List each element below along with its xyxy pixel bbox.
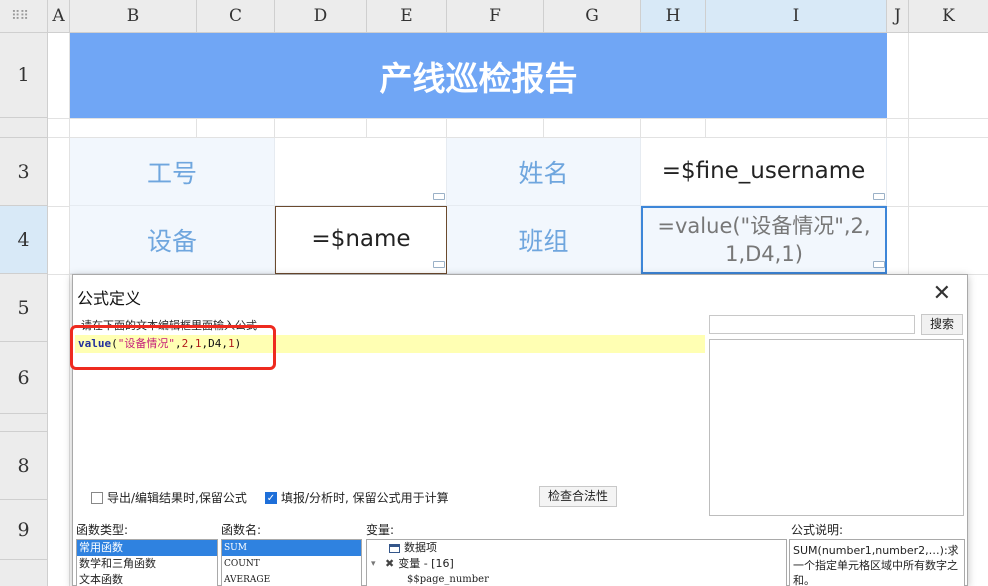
cell-f3-name-label[interactable]: 姓名 (447, 138, 641, 206)
gridline (48, 118, 988, 119)
row-header-2[interactable] (0, 118, 48, 138)
select-all-corner[interactable]: ⠿⠿ (0, 0, 48, 33)
row-header-7[interactable] (0, 414, 48, 432)
column-header-c[interactable]: C (197, 0, 275, 33)
close-icon[interactable]: ✕ (933, 281, 951, 306)
list-item[interactable]: 数学和三角函数 (77, 556, 217, 572)
function-type-label: 函数类型: (76, 523, 129, 537)
tree-item-data[interactable]: 数据项 (371, 540, 786, 556)
table-icon (389, 543, 400, 553)
fill-keep-option[interactable]: ✓ 填报/分析时, 保留公式用于计算 (265, 489, 449, 506)
tree-item-page-number[interactable]: $$page_number (371, 572, 786, 586)
column-header-b[interactable]: B (70, 0, 197, 33)
keep-formula-checkbox[interactable] (91, 491, 103, 504)
variables-label: 变量: (366, 523, 395, 537)
row-header-4[interactable]: 4 (0, 206, 48, 274)
column-header-j[interactable]: J (887, 0, 909, 33)
cell-expand-handle[interactable] (873, 193, 885, 200)
search-results-list[interactable] (709, 339, 964, 516)
function-type-list[interactable]: 常用函数 数学和三角函数 文本函数 (76, 539, 218, 586)
search-input[interactable] (709, 315, 915, 334)
column-header-h[interactable]: H (641, 0, 706, 33)
cell-h4-line1: =value("设备情况",2, (657, 213, 871, 238)
cell-expand-handle[interactable] (433, 261, 445, 268)
cell-expand-handle[interactable] (433, 193, 445, 200)
tree-item-label: 变量 - [16] (398, 557, 454, 570)
row-header-1[interactable]: 1 (0, 33, 48, 118)
cell-d3[interactable] (275, 138, 447, 206)
formula-description: SUM(number1,number2,…):求一个指定单元格区域中所有数字之和… (789, 539, 965, 586)
row-header-5[interactable]: 5 (0, 274, 48, 342)
fill-keep-label: 填报/分析时, 保留公式用于计算 (281, 491, 449, 505)
row-header-9[interactable]: 9 (0, 500, 48, 560)
column-header-a[interactable]: A (48, 0, 70, 33)
tree-item-variables[interactable]: ▾ ✖ 变量 - [16] (371, 556, 786, 572)
cell-b3-employee-id-label[interactable]: 工号 (70, 138, 275, 206)
tree-item-label: 数据项 (404, 541, 437, 554)
column-header-d[interactable]: D (275, 0, 367, 33)
row-header-10[interactable] (0, 560, 48, 586)
variables-tree[interactable]: 数据项 ▾ ✖ 变量 - [16] $$page_number (366, 539, 787, 586)
report-title-cell[interactable]: 产线巡检报告 (70, 33, 887, 118)
description-label: 公式说明: (791, 523, 844, 537)
function-name-label: 函数名: (221, 523, 262, 537)
row-header-6[interactable]: 6 (0, 342, 48, 414)
column-header-g[interactable]: G (544, 0, 641, 33)
formula-dialog: 公式定义 ✕ 请在下面的文本编辑框里面输入公式 value("设备情况",2,1… (70, 274, 968, 586)
cell-d4-name-formula[interactable]: =$name (275, 206, 447, 274)
search-button[interactable]: 搜索 (921, 314, 963, 335)
check-validity-button[interactable]: 检查合法性 (539, 486, 617, 507)
dialog-title: 公式定义 (77, 289, 142, 308)
fill-keep-checkbox[interactable]: ✓ (265, 491, 277, 504)
keep-formula-label: 导出/编辑结果时,保留公式 (107, 491, 247, 505)
row-header-3[interactable]: 3 (0, 138, 48, 206)
list-item[interactable]: 常用函数 (77, 540, 217, 556)
column-header-i[interactable]: I (706, 0, 887, 33)
cell-f4-team-label[interactable]: 班组 (447, 206, 641, 274)
cell-h4-value-formula[interactable]: =value("设备情况",2, 1,D4,1) (641, 206, 887, 274)
variable-icon: ✖ (385, 557, 395, 570)
list-item[interactable]: 文本函数 (77, 572, 217, 586)
cell-h3-username-formula[interactable]: =$fine_username (641, 138, 887, 206)
function-name-list[interactable]: SUM COUNT AVERAGE (221, 539, 362, 586)
column-header-e[interactable]: E (367, 0, 447, 33)
highlight-box (70, 325, 276, 370)
list-item[interactable]: COUNT (222, 556, 361, 572)
keep-formula-option[interactable]: 导出/编辑结果时,保留公式 (91, 489, 247, 506)
cell-expand-handle[interactable] (873, 261, 885, 268)
cell-b4-device-label[interactable]: 设备 (70, 206, 275, 274)
column-header-f[interactable]: F (447, 0, 544, 33)
grid-icon: ⠿⠿ (11, 9, 29, 24)
chevron-down-icon[interactable]: ▾ (371, 556, 381, 572)
cell-h4-line2: 1,D4,1) (725, 242, 803, 266)
list-item[interactable]: SUM (222, 540, 361, 556)
row-header-8[interactable]: 8 (0, 432, 48, 500)
tree-item-label: $$page_number (407, 574, 489, 585)
list-item[interactable]: AVERAGE (222, 572, 361, 586)
column-header-k[interactable]: K (909, 0, 988, 33)
